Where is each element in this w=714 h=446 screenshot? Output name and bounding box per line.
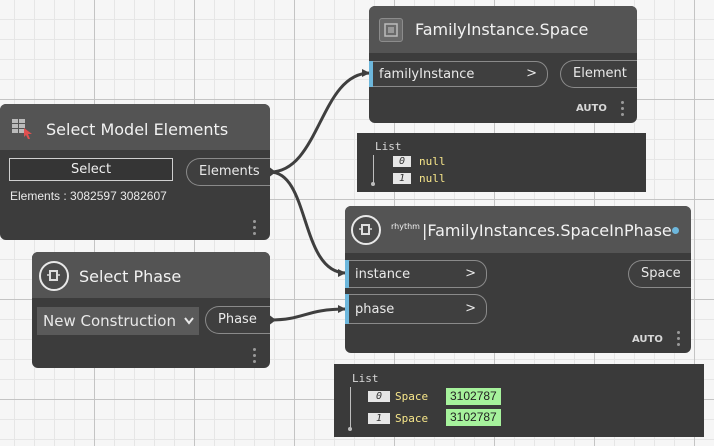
chevron-right-icon[interactable]: > (465, 301, 476, 316)
node-icon (379, 18, 403, 42)
port-label: phase (355, 302, 395, 317)
port-label: instance (355, 267, 411, 282)
elements-readout: Elements : 3082597 3082607 (10, 189, 167, 203)
list-value: null (419, 155, 446, 168)
node-select-phase[interactable]: Select Phase New Construction Phase (32, 252, 270, 368)
select-button[interactable]: Select (9, 158, 173, 181)
list-value: 3102787 (446, 409, 501, 426)
chevron-right-icon[interactable]: > (465, 266, 476, 281)
chevron-right-icon[interactable]: > (526, 66, 537, 81)
port-label: familyInstance (379, 67, 475, 82)
node-header[interactable]: rhythm |FamilyInstances.SpaceInPhase (345, 206, 691, 253)
preview-list-header: List (375, 140, 402, 153)
rhythm-package-icon (351, 215, 381, 245)
list-type: Space (395, 412, 429, 425)
preview-bubble-spaceinphase: List 0 Space 3102787 1 Space 3102787 (334, 364, 704, 437)
preview-bubble-familyinstance-space: List 0 null 1 null (357, 133, 646, 192)
select-elements-icon (12, 119, 32, 139)
wire-phase-to-phase (269, 307, 347, 322)
more-options-icon[interactable] (621, 101, 624, 119)
list-index: 1 (368, 413, 390, 424)
port-label: Phase (218, 312, 257, 327)
node-spaceinphase[interactable]: rhythm |FamilyInstances.SpaceInPhase ins… (345, 206, 691, 353)
node-status-dot (672, 227, 679, 234)
node-title: |FamilyInstances.SpaceInPhase (422, 221, 672, 240)
list-type: Space (395, 390, 429, 403)
input-port-familyinstance[interactable]: familyInstance > (369, 61, 548, 87)
output-port-elements[interactable]: Elements (186, 158, 270, 186)
node-header[interactable]: FamilyInstance.Space (369, 6, 637, 53)
port-label: Space (641, 266, 681, 281)
output-port-space[interactable]: Space (628, 260, 691, 288)
wire-elements-to-familyinstance (269, 71, 371, 174)
run-mode-label: AUTO (632, 334, 663, 345)
node-header[interactable]: Select Phase (32, 252, 270, 298)
list-index: 0 (368, 391, 390, 402)
list-value: null (419, 172, 446, 185)
run-mode-label: AUTO (576, 103, 607, 114)
node-select-model-elements[interactable]: Select Model Elements Select Elements El… (0, 104, 270, 240)
node-familyinstance-space[interactable]: FamilyInstance.Space familyInstance > El… (369, 6, 637, 123)
package-prefix: rhythm (391, 222, 420, 231)
output-port-element[interactable]: Element (560, 60, 637, 88)
list-index: 1 (393, 173, 411, 184)
node-title: Select Model Elements (46, 120, 229, 139)
port-label: Elements (199, 164, 260, 179)
phase-dropdown[interactable]: New Construction (37, 307, 199, 335)
more-options-icon[interactable] (677, 331, 680, 349)
port-label: Element (573, 66, 627, 81)
rhythm-package-icon (39, 261, 69, 291)
output-port-phase[interactable]: Phase (205, 306, 270, 334)
input-port-instance[interactable]: instance > (345, 260, 487, 288)
node-title: FamilyInstance.Space (415, 20, 589, 39)
list-value: 3102787 (446, 388, 501, 405)
chevron-down-icon[interactable] (184, 317, 194, 325)
node-title: Select Phase (79, 267, 182, 286)
wire-elements-to-instance (269, 170, 347, 275)
more-options-icon[interactable] (253, 348, 256, 366)
input-port-phase[interactable]: phase > (345, 294, 487, 324)
more-options-icon[interactable] (253, 220, 256, 238)
list-index: 0 (393, 156, 411, 167)
dropdown-value: New Construction (43, 312, 176, 330)
preview-list-header: List (352, 372, 379, 385)
node-header[interactable]: Select Model Elements (0, 104, 270, 150)
